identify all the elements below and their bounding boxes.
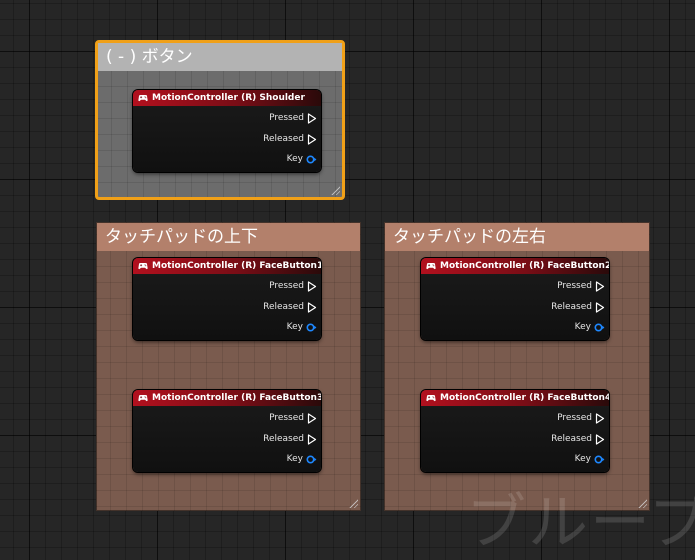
resize-grip-icon[interactable] [330, 185, 340, 195]
exec-pin-icon[interactable] [307, 112, 317, 124]
exec-pin-icon[interactable] [307, 412, 317, 424]
node-title: MotionController (R) FaceButton3 [152, 393, 321, 403]
pin-pressed[interactable]: Pressed [269, 411, 321, 425]
pin-released[interactable]: Released [263, 132, 321, 146]
data-pin-icon[interactable] [306, 454, 317, 464]
pin-label: Released [551, 302, 592, 312]
exec-pin-icon[interactable] [307, 280, 317, 292]
pin-released[interactable]: Released [263, 300, 321, 314]
pin-key[interactable]: Key [287, 452, 321, 466]
node-title: MotionController (R) FaceButton2 [440, 261, 609, 271]
node-title: MotionController (R) Shoulder [152, 93, 305, 103]
exec-pin-icon[interactable] [595, 412, 605, 424]
gamepad-icon [138, 395, 148, 402]
input-event-node-shoulder[interactable]: MotionController (R) Shoulder Pressed Re… [133, 90, 321, 172]
data-pin-icon[interactable] [306, 322, 317, 332]
blueprint-watermark: ブループ [466, 488, 695, 558]
pin-pressed[interactable]: Pressed [557, 411, 609, 425]
pin-key[interactable]: Key [287, 320, 321, 334]
pin-released[interactable]: Released [263, 432, 321, 446]
exec-pin-icon[interactable] [307, 433, 317, 445]
pin-pressed[interactable]: Pressed [269, 111, 321, 125]
pin-pressed[interactable]: Pressed [557, 279, 609, 293]
pin-label: Pressed [269, 113, 304, 123]
pin-label: Key [574, 322, 591, 332]
pin-released[interactable]: Released [551, 300, 609, 314]
gamepad-icon [138, 95, 148, 102]
pin-label: Key [286, 454, 303, 464]
gamepad-icon [138, 263, 148, 270]
pin-label: Key [574, 454, 591, 464]
resize-grip-icon[interactable] [348, 498, 358, 508]
input-event-node-facebutton4[interactable]: MotionController (R) FaceButton4 Pressed… [421, 390, 609, 472]
data-pin-icon[interactable] [594, 322, 605, 332]
pin-label: Key [286, 322, 303, 332]
pin-key[interactable]: Key [575, 320, 609, 334]
exec-pin-icon[interactable] [307, 301, 317, 313]
comment-box-touchpad-left-right[interactable]: タッチパッドの左右 MotionController (R) FaceButto… [384, 222, 650, 511]
gamepad-icon [426, 263, 436, 270]
pin-pressed[interactable]: Pressed [269, 279, 321, 293]
comment-box-minus-button[interactable]: ( - ) ボタン MotionController (R) Shoulder … [95, 40, 345, 200]
comment-title[interactable]: ( - ) ボタン [98, 43, 342, 71]
pin-label: Released [263, 134, 304, 144]
comment-box-touchpad-up-down[interactable]: タッチパッドの上下 MotionController (R) FaceButto… [96, 222, 361, 511]
pin-label: Pressed [557, 413, 592, 423]
exec-pin-icon[interactable] [595, 433, 605, 445]
exec-pin-icon[interactable] [595, 301, 605, 313]
pin-label: Pressed [557, 281, 592, 291]
node-header[interactable]: MotionController (R) FaceButton1 [133, 258, 321, 274]
node-title: MotionController (R) FaceButton4 [440, 393, 609, 403]
pin-label: Pressed [269, 281, 304, 291]
pin-key[interactable]: Key [575, 452, 609, 466]
data-pin-icon[interactable] [306, 154, 317, 164]
pin-label: Pressed [269, 413, 304, 423]
comment-title[interactable]: タッチパッドの左右 [385, 223, 649, 251]
exec-pin-icon[interactable] [307, 133, 317, 145]
comment-title[interactable]: タッチパッドの上下 [97, 223, 360, 251]
node-title: MotionController (R) FaceButton1 [152, 261, 321, 271]
input-event-node-facebutton2[interactable]: MotionController (R) FaceButton2 Pressed… [421, 258, 609, 340]
gamepad-icon [426, 395, 436, 402]
pin-label: Released [263, 434, 304, 444]
pin-released[interactable]: Released [551, 432, 609, 446]
pin-label: Key [286, 154, 303, 164]
node-header[interactable]: MotionController (R) Shoulder [133, 90, 321, 106]
node-header[interactable]: MotionController (R) FaceButton3 [133, 390, 321, 406]
input-event-node-facebutton3[interactable]: MotionController (R) FaceButton3 Pressed… [133, 390, 321, 472]
node-header[interactable]: MotionController (R) FaceButton4 [421, 390, 609, 406]
input-event-node-facebutton1[interactable]: MotionController (R) FaceButton1 Pressed… [133, 258, 321, 340]
exec-pin-icon[interactable] [595, 280, 605, 292]
pin-key[interactable]: Key [287, 152, 321, 166]
pin-label: Released [551, 434, 592, 444]
node-header[interactable]: MotionController (R) FaceButton2 [421, 258, 609, 274]
pin-label: Released [263, 302, 304, 312]
data-pin-icon[interactable] [594, 454, 605, 464]
